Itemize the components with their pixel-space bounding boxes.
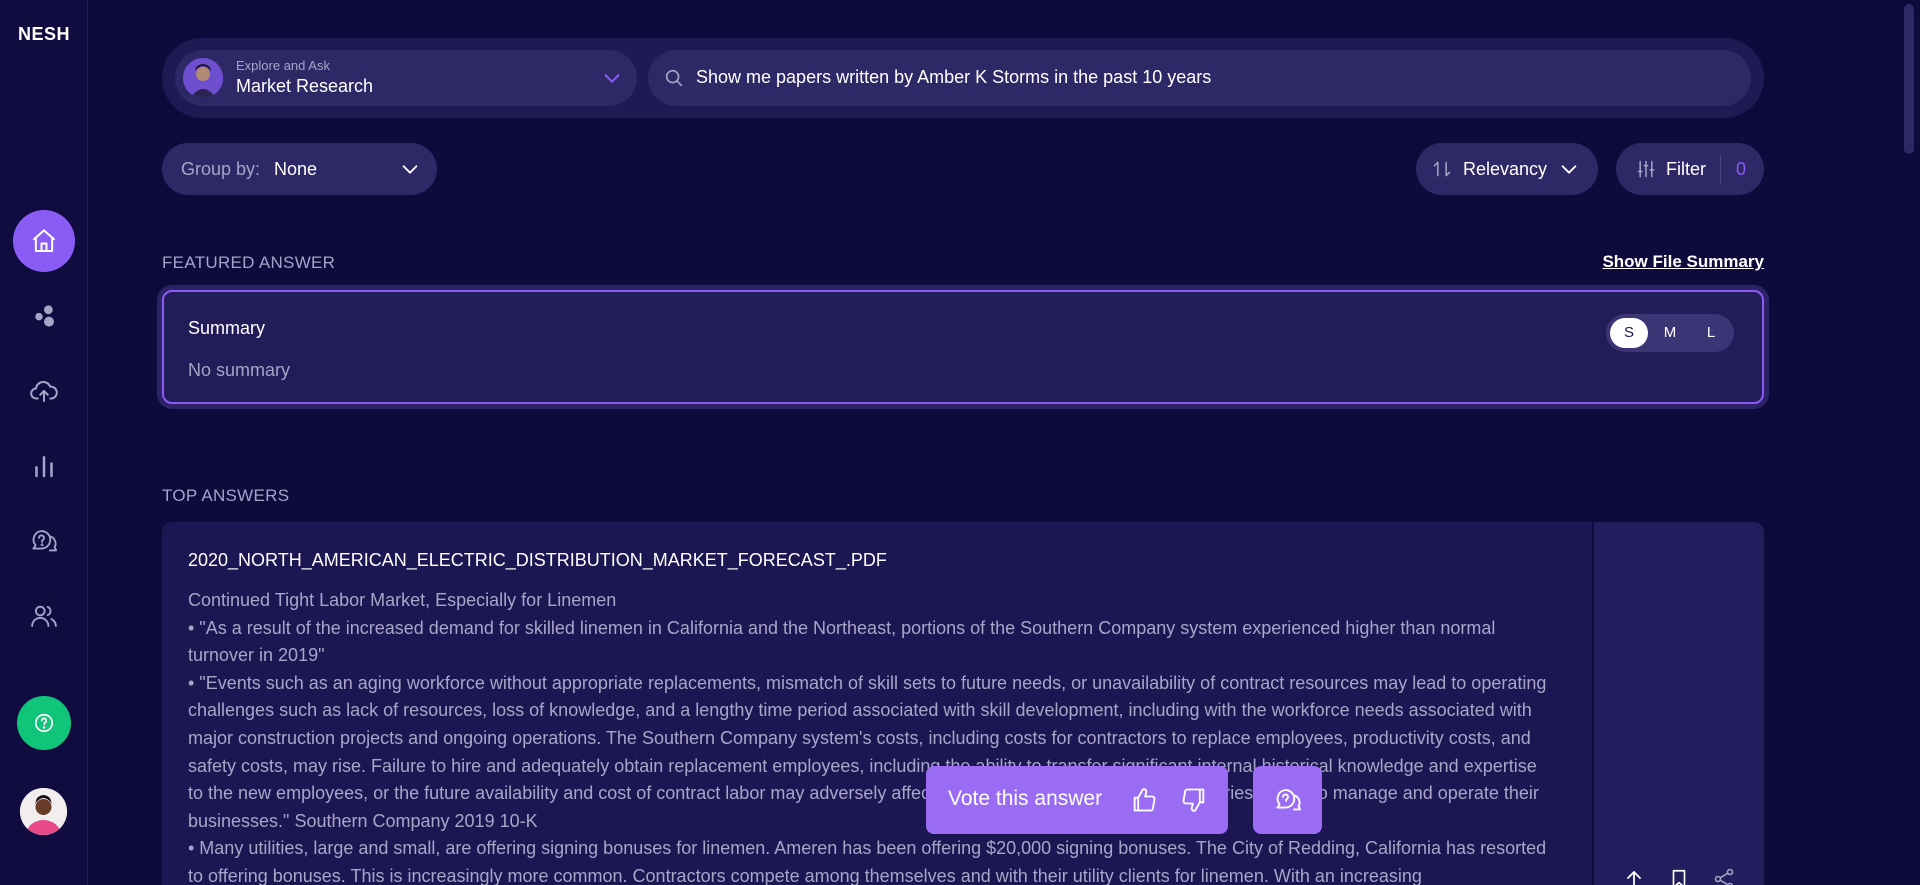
answer-heading: Continued Tight Labor Market, Especially…	[188, 590, 617, 610]
summary-body: No summary	[188, 360, 291, 380]
share-icon[interactable]	[1712, 867, 1736, 885]
size-option-l[interactable]: L	[1692, 318, 1730, 348]
user-avatar[interactable]	[20, 788, 67, 835]
sort-label: Relevancy	[1463, 159, 1548, 179]
chat-question-icon	[32, 530, 58, 552]
sidebar-item-home[interactable]	[13, 210, 75, 272]
size-option-m[interactable]: M	[1651, 318, 1689, 348]
answer-bullet: • "Events such as an aging workforce wit…	[188, 672, 1547, 831]
bubbles-icon	[35, 305, 54, 327]
sidebar-item-topics[interactable]	[13, 285, 75, 347]
featured-answer-title: FEATURED ANSWER	[162, 253, 336, 272]
users-icon	[31, 605, 57, 627]
filter-button[interactable]: Filter 0	[1616, 143, 1764, 195]
answer-bullet: • "As a result of the increased demand f…	[188, 617, 1496, 666]
chevron-down-icon	[1561, 165, 1577, 174]
search-icon	[665, 69, 683, 87]
upload-cloud-icon	[30, 380, 58, 402]
sidebar: NESH	[0, 0, 88, 885]
context-title: Market Research	[236, 76, 374, 96]
summary-title: Summary	[188, 318, 266, 338]
context-avatar	[183, 58, 223, 98]
home-icon	[32, 229, 56, 252]
sidebar-item-upload[interactable]	[13, 360, 75, 422]
vote-label: Vote this answer	[948, 787, 1103, 810]
thumbs-down-icon[interactable]	[1180, 786, 1208, 814]
search-query-text: Show me papers written by Amber K Storms…	[696, 67, 1212, 87]
bookmark-icon[interactable]	[1668, 867, 1690, 885]
answer-file-name[interactable]: 2020_NORTH_AMERICAN_ELECTRIC_DISTRIBUTIO…	[188, 550, 1708, 571]
group-by-value: None	[274, 159, 318, 179]
featured-answer-card: Summary No summary S M L	[162, 290, 1764, 404]
thumbs-up-icon[interactable]	[1130, 786, 1158, 814]
sort-dropdown[interactable]: Relevancy	[1416, 143, 1598, 195]
answer-actions	[1622, 867, 1736, 885]
answer-excerpt: Continued Tight Labor Market, Especially…	[188, 587, 1548, 885]
top-answers-title: TOP ANSWERS	[162, 486, 290, 505]
answer-content: 2020_NORTH_AMERICAN_ELECTRIC_DISTRIBUTIO…	[188, 550, 1708, 885]
sidebar-item-team[interactable]	[13, 585, 75, 647]
scrollbar-thumb[interactable]	[1904, 4, 1914, 154]
show-file-summary-link[interactable]: Show File Summary	[1602, 252, 1764, 272]
upload-icon[interactable]	[1622, 867, 1646, 885]
search-bar: Explore and Ask Market Research Show me …	[162, 38, 1764, 118]
bar-chart-icon	[35, 456, 53, 478]
ask-question-button[interactable]	[1253, 766, 1322, 834]
filter-divider	[1720, 155, 1721, 183]
group-by-dropdown[interactable]: Group by: None	[162, 143, 437, 195]
sort-icon	[1433, 161, 1451, 177]
avatar-image	[20, 788, 67, 835]
sidebar-item-analytics[interactable]	[13, 435, 75, 497]
chevron-down-icon	[604, 74, 620, 83]
answer-bullet: • Many utilities, large and small, are o…	[188, 838, 1547, 885]
filter-label: Filter	[1666, 159, 1706, 179]
sliders-icon	[1637, 160, 1655, 178]
help-icon	[34, 713, 54, 733]
summary-size-toggle: S M L	[1606, 314, 1734, 352]
app-logo: NESH	[17, 24, 70, 44]
size-option-s[interactable]: S	[1610, 318, 1648, 348]
main-content: Explore and Ask Market Research Show me …	[162, 0, 1764, 885]
sidebar-item-questions[interactable]	[13, 510, 75, 572]
vote-bar: Vote this answer	[926, 766, 1228, 834]
context-subtitle: Explore and Ask	[236, 58, 330, 73]
chevron-down-icon	[402, 165, 418, 174]
answer-actions-panel	[1592, 522, 1764, 885]
chat-question-icon	[1275, 789, 1301, 811]
filter-count: 0	[1736, 159, 1747, 179]
group-by-label: Group by:	[181, 159, 261, 179]
search-input[interactable]: Show me papers written by Amber K Storms…	[648, 50, 1751, 106]
help-button[interactable]	[17, 696, 71, 750]
context-selector[interactable]: Explore and Ask Market Research	[175, 50, 637, 106]
